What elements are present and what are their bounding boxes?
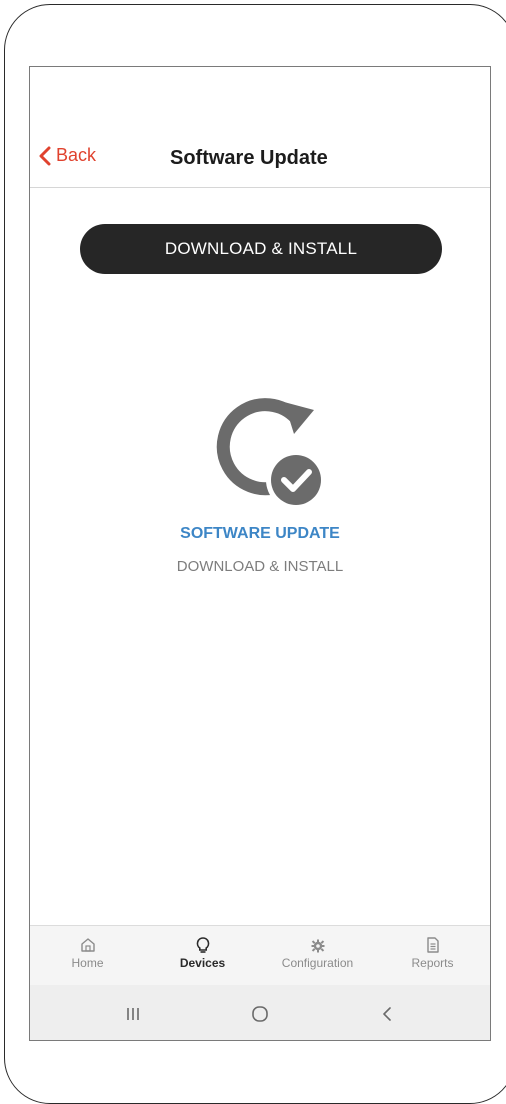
lightbulb-icon — [196, 937, 209, 953]
back-label: Back — [56, 145, 97, 165]
system-home-button[interactable] — [245, 1003, 275, 1025]
back-button[interactable]: Back — [38, 145, 96, 166]
hero-title: SOFTWARE UPDATE — [180, 525, 340, 542]
home-icon — [80, 938, 95, 952]
gear-icon — [311, 939, 324, 953]
page-title: Software Update — [170, 147, 328, 169]
download-install-button[interactable]: DOWNLOAD & INSTALL — [80, 224, 442, 274]
tab-reports-label: Reports — [411, 956, 454, 970]
tab-home-label: Home — [71, 956, 104, 970]
bottom-tab-bar: Home Devices Configuration Reports — [30, 925, 490, 985]
tab-configuration-label: Configuration — [281, 956, 354, 970]
system-back-button[interactable] — [372, 1003, 402, 1025]
tab-devices[interactable]: Devices — [145, 926, 260, 985]
system-nav-bar — [30, 985, 490, 1040]
tab-home[interactable]: Home — [30, 926, 145, 985]
tab-devices-label: Devices — [179, 956, 226, 970]
refresh-check-icon — [216, 398, 326, 508]
app-screen: Back Software Update DOWNLOAD & INSTALL … — [29, 66, 491, 1041]
tab-configuration[interactable]: Configuration — [260, 926, 375, 985]
chevron-left-icon — [39, 146, 51, 165]
tab-reports[interactable]: Reports — [375, 926, 490, 985]
hero-subtitle: DOWNLOAD & INSTALL — [176, 558, 344, 575]
document-icon — [426, 937, 439, 953]
home-circle-icon — [252, 1005, 268, 1022]
back-chevron-icon — [382, 1006, 391, 1021]
header: Back Software Update — [30, 67, 490, 188]
recent-apps-icon — [127, 1007, 140, 1020]
recent-apps-button[interactable] — [118, 1003, 148, 1025]
